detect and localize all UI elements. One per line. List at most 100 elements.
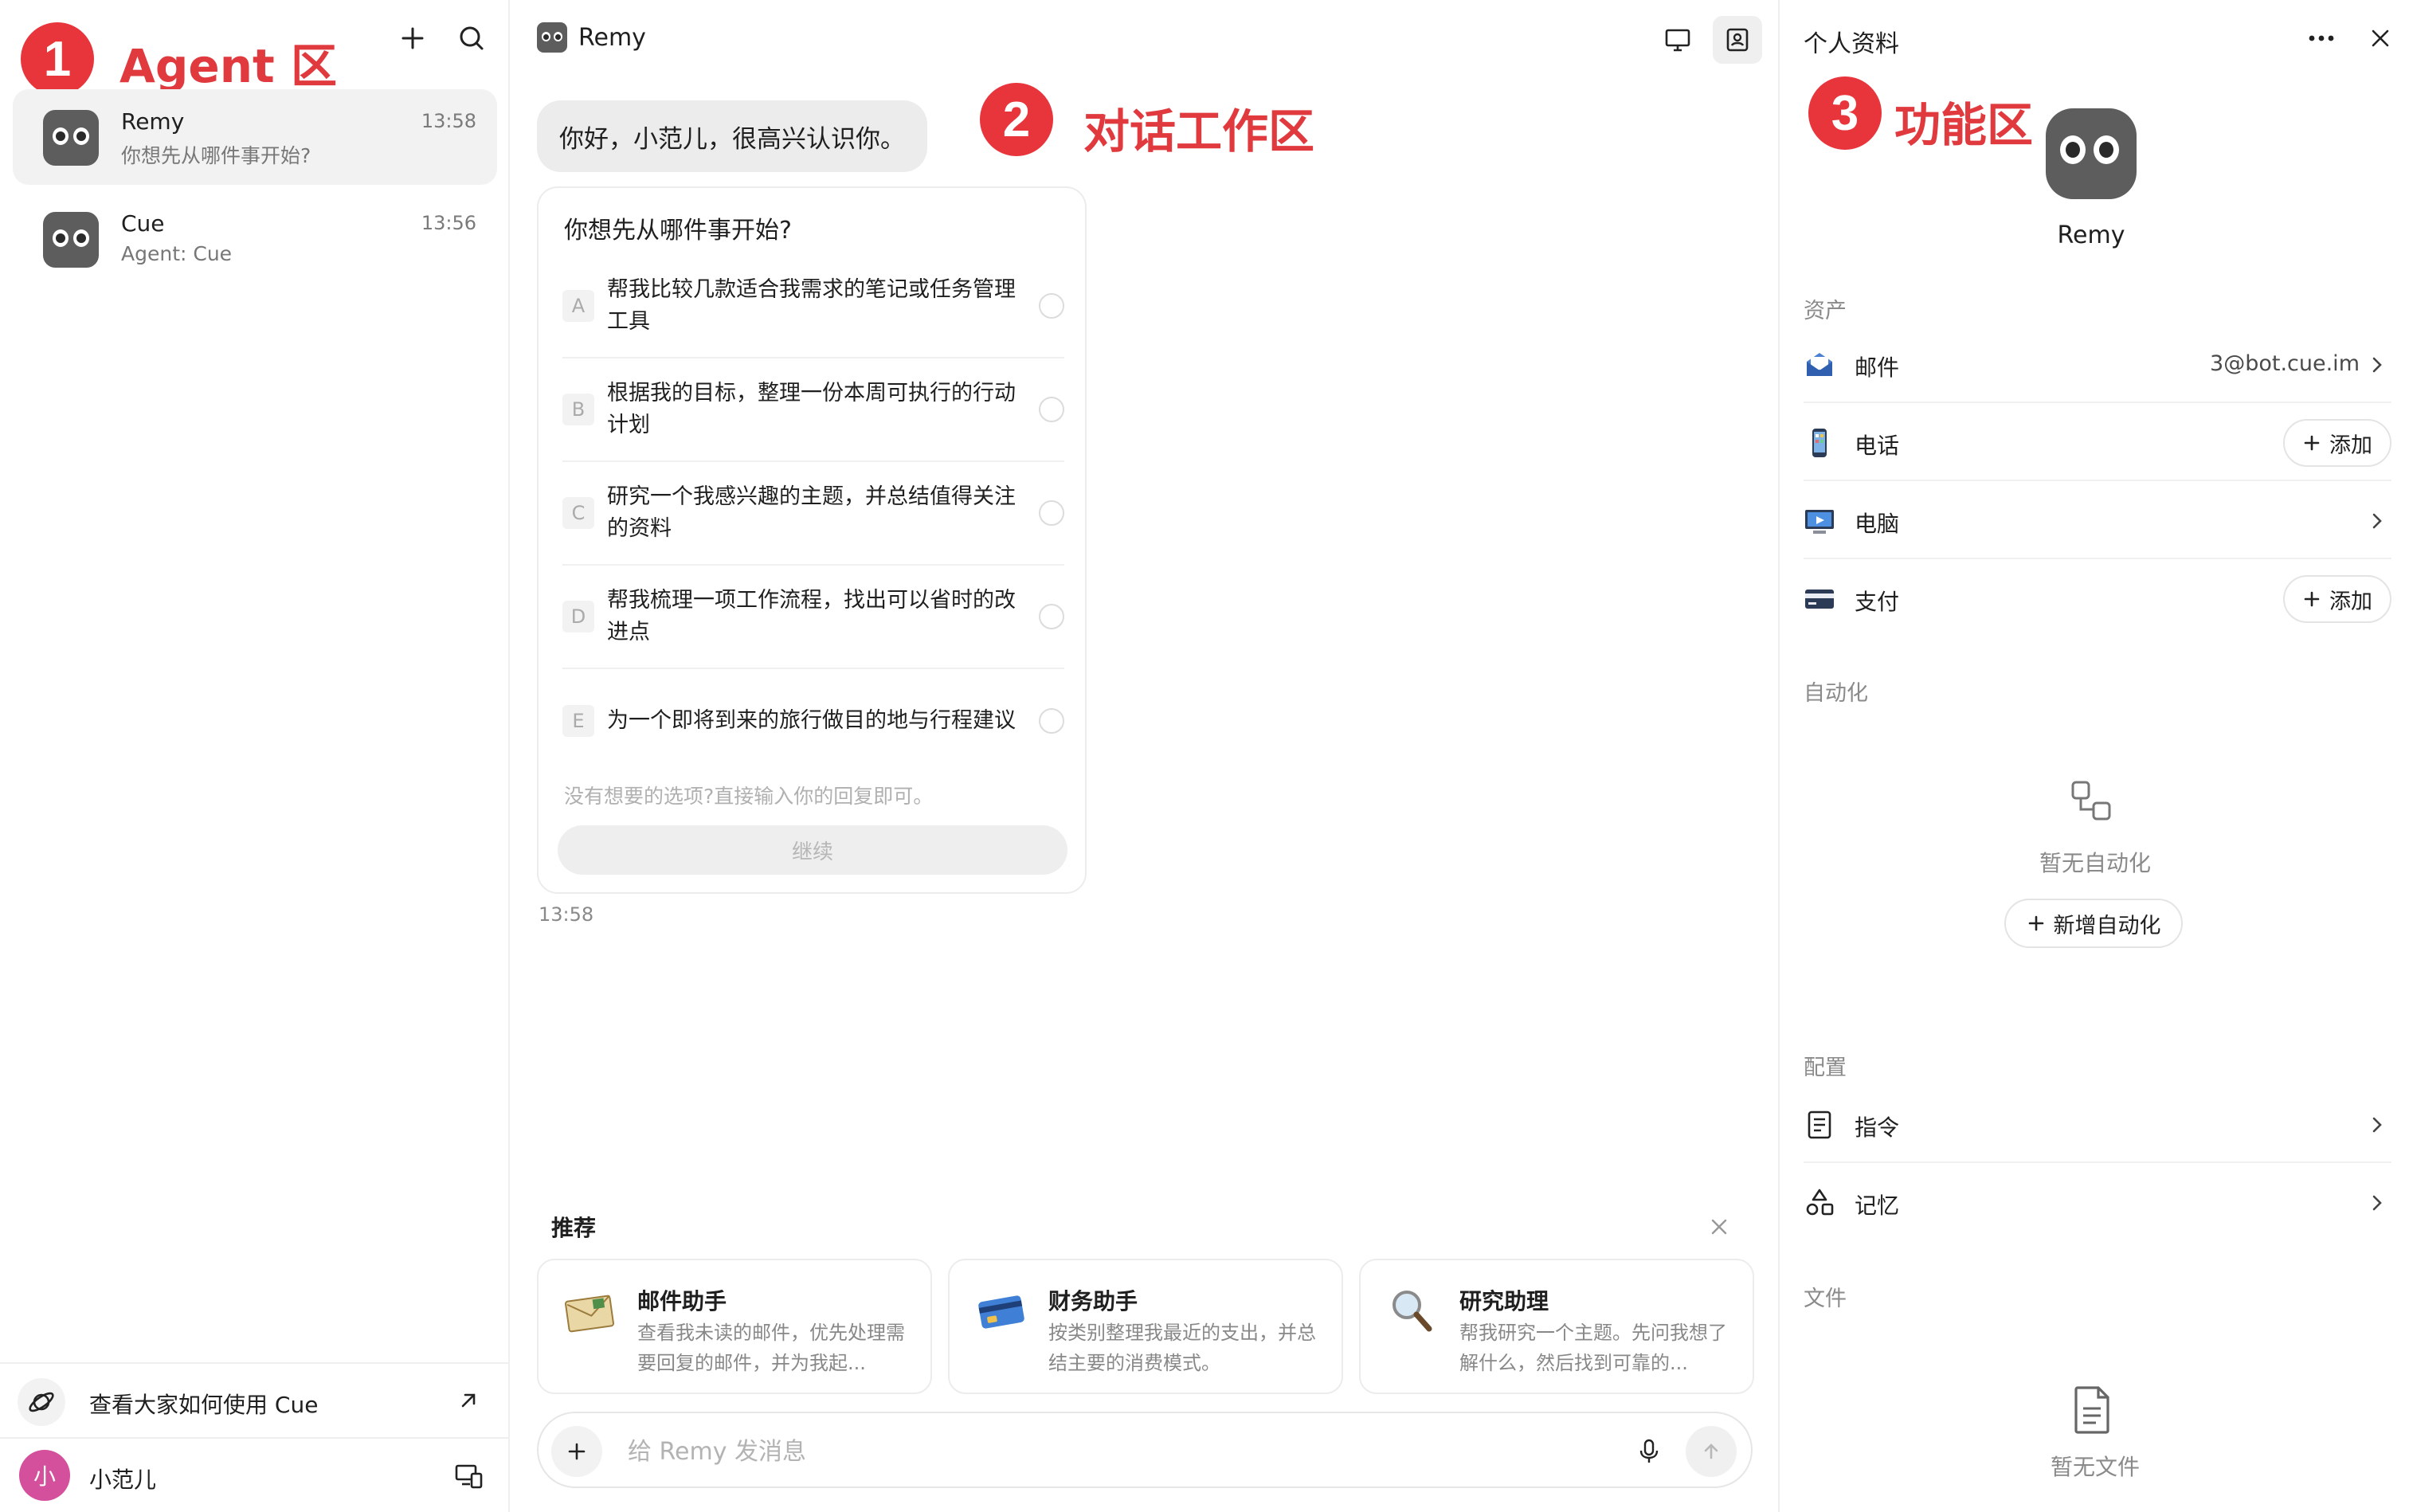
chat-header-avatar — [537, 22, 567, 53]
chat-time: 13:58 — [421, 110, 476, 132]
recommend-card-email[interactable]: 邮件助手 查看我未读的邮件，优先处理需要回复的邮件，并为我起... — [537, 1259, 932, 1394]
cue-avatar — [43, 212, 99, 268]
email-address: 3@bot.cue.im — [2210, 351, 2360, 376]
chat-name: Cue — [121, 210, 165, 237]
message-composer — [537, 1412, 1753, 1488]
current-user[interactable]: 小 小范儿 — [0, 1440, 510, 1512]
recommend-card-desc: 查看我未读的邮件，优先处理需要回复的邮件，并为我起... — [637, 1322, 905, 1374]
option-text: 帮我梳理一项工作流程，找出可以省时的改进点 — [607, 588, 1016, 644]
search-icon[interactable] — [449, 16, 494, 61]
attach-plus-icon[interactable] — [551, 1426, 602, 1477]
config-label: 记忆 — [1855, 1193, 1900, 1219]
recommend-card-finance[interactable]: 财务助手 按类别整理我最近的支出，并总结主要的消费模式。 — [948, 1259, 1343, 1394]
config-row-instructions[interactable]: 指令 — [1804, 1087, 2391, 1163]
chat-preview: 你想先从哪件事开始? — [121, 144, 311, 167]
profile-panel-icon[interactable] — [1713, 16, 1762, 64]
annotation-badge-1: 1 — [21, 22, 94, 96]
annotation-label-1: Agent 区 — [119, 39, 337, 93]
remy-avatar — [43, 110, 99, 166]
showcase-link[interactable]: 查看大家如何使用 Cue — [0, 1362, 510, 1439]
option-letter: B — [562, 394, 594, 425]
option-d[interactable]: D 帮我梳理一项工作流程，找出可以省时的改进点 — [562, 566, 1064, 669]
option-text: 根据我的目标，整理一份本周可执行的行动计划 — [607, 381, 1016, 437]
recommend-card-desc: 帮我研究一个主题。先问我想了解什么，然后找到可靠的... — [1459, 1322, 1727, 1374]
option-text: 为一个即将到来的旅行做目的地与行程建议 — [607, 708, 1016, 733]
asset-label: 邮件 — [1855, 354, 1900, 381]
add-payment-button[interactable]: 添加 — [2283, 575, 2391, 623]
add-label: 添加 — [2329, 589, 2372, 614]
radio-icon[interactable] — [1039, 397, 1064, 422]
question-title: 你想先从哪件事开始? — [564, 217, 792, 245]
asset-row-phone: 电话 添加 — [1804, 405, 2391, 481]
asset-label: 支付 — [1855, 589, 1900, 615]
devices-icon[interactable] — [454, 1461, 486, 1493]
plus-icon[interactable] — [390, 16, 435, 61]
files-section-label: 文件 — [1804, 1287, 1847, 1311]
option-c[interactable]: C 研究一个我感兴趣的主题，并总结值得关注的资料 — [562, 462, 1064, 566]
monitor-icon[interactable] — [1657, 19, 1698, 61]
option-letter: A — [562, 290, 594, 322]
recommend-card-research[interactable]: 研究助理 帮我研究一个主题。先问我想了解什么，然后找到可靠的... — [1359, 1259, 1754, 1394]
asset-row-email[interactable]: 邮件 3@bot.cue.im — [1804, 327, 2391, 403]
chevron-right-icon — [2366, 352, 2390, 378]
file-icon — [2070, 1385, 2114, 1436]
files-empty-label: 暂无文件 — [2050, 1454, 2140, 1480]
config-label: 指令 — [1855, 1114, 1900, 1141]
config-row-memory[interactable]: 记忆 — [1804, 1165, 2391, 1241]
asset-row-computer[interactable]: 电脑 — [1804, 483, 2391, 559]
assistant-greeting-bubble: 你好，小范儿，很高兴认识你。 — [537, 100, 927, 172]
chevron-right-icon — [2366, 1112, 2390, 1138]
option-text: 研究一个我感兴趣的主题，并总结值得关注的资料 — [607, 484, 1016, 541]
recommend-card-desc: 按类别整理我最近的支出，并总结主要的消费模式。 — [1048, 1322, 1316, 1374]
recommend-card-name: 邮件助手 — [637, 1288, 727, 1314]
phone-icon — [1804, 427, 1835, 459]
chat-list-item-remy[interactable]: Remy 13:58 你想先从哪件事开始? — [13, 89, 497, 185]
send-arrow-icon[interactable] — [1686, 1426, 1737, 1477]
close-icon[interactable] — [2361, 19, 2399, 57]
chat-preview: Agent: Cue — [121, 242, 233, 265]
recommend-card-name: 财务助手 — [1048, 1288, 1138, 1314]
add-automation-label: 新增自动化 — [2053, 913, 2161, 938]
recommend-card-name: 研究助理 — [1459, 1288, 1549, 1314]
asset-label: 电话 — [1855, 433, 1900, 459]
option-letter: C — [562, 497, 594, 529]
chat-title: Remy — [578, 24, 646, 52]
option-letter: D — [562, 601, 594, 633]
planet-icon — [18, 1378, 65, 1426]
payment-card-icon — [1804, 583, 1835, 615]
asset-row-payment: 支付 添加 — [1804, 561, 2391, 637]
radio-icon[interactable] — [1039, 708, 1064, 734]
plus-icon — [2304, 435, 2320, 451]
option-e[interactable]: E 为一个即将到来的旅行做目的地与行程建议 — [562, 669, 1064, 773]
close-icon[interactable] — [1703, 1211, 1735, 1243]
continue-button[interactable]: 继续 — [558, 825, 1067, 875]
option-b[interactable]: B 根据我的目标，整理一份本周可执行的行动计划 — [562, 358, 1064, 462]
profile-name: Remy — [2057, 221, 2125, 249]
chat-name: Remy — [121, 108, 185, 135]
annotation-label-2: 对话工作区 — [1083, 104, 1315, 159]
message-input[interactable] — [628, 1432, 1584, 1471]
config-section-label: 配置 — [1804, 1056, 1847, 1080]
showcase-link-label: 查看大家如何使用 Cue — [89, 1392, 319, 1418]
chat-time: 13:56 — [421, 212, 476, 234]
more-icon[interactable] — [2302, 19, 2340, 57]
chat-list-item-cue[interactable]: Cue 13:56 Agent: Cue — [13, 191, 497, 287]
radio-icon[interactable] — [1039, 293, 1064, 319]
user-avatar: 小 — [19, 1450, 70, 1501]
annotation-badge-3: 3 — [1808, 76, 1882, 150]
add-automation-button[interactable]: 新增自动化 — [2004, 899, 2183, 948]
microphone-icon[interactable] — [1630, 1432, 1668, 1471]
user-name: 小范儿 — [89, 1467, 157, 1493]
option-letter: E — [562, 705, 594, 737]
option-text: 帮我比较几款适合我需求的笔记或任务管理工具 — [607, 277, 1016, 334]
automation-empty-label: 暂无自动化 — [2039, 850, 2151, 876]
profile-title: 个人资料 — [1804, 30, 1899, 58]
chat-header: Remy — [511, 0, 1778, 80]
radio-icon[interactable] — [1039, 604, 1064, 629]
option-a[interactable]: A 帮我比较几款适合我需求的笔记或任务管理工具 — [562, 255, 1064, 358]
asset-label: 电脑 — [1855, 511, 1900, 537]
radio-icon[interactable] — [1039, 500, 1064, 526]
magnifier-icon — [1385, 1284, 1440, 1340]
add-phone-button[interactable]: 添加 — [2283, 419, 2391, 467]
mail-icon — [1804, 349, 1835, 381]
